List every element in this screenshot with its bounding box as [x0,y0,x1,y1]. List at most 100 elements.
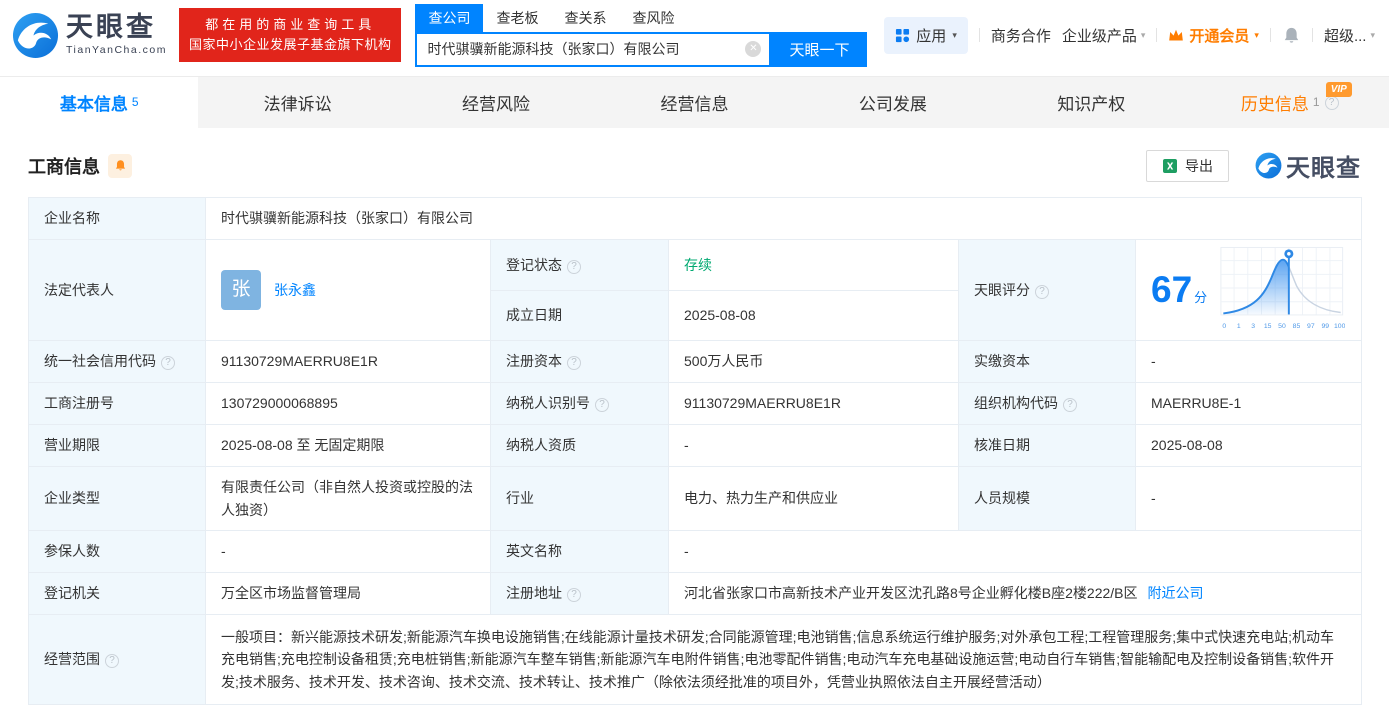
legal-rep-name-link[interactable]: 张永鑫 [274,279,316,301]
tab-risk-label: 经营风险 [462,90,530,115]
tab-basic-info-label: 基本信息 [60,90,128,115]
tab-legal-proceedings[interactable]: 法律诉讼 [198,77,396,128]
search-button[interactable]: 天眼一下 [771,32,867,67]
nearby-companies-link[interactable]: 附近公司 [1148,585,1204,601]
legal-rep-label: 法定代表人 [29,240,206,341]
tianyancha-logo[interactable]: 天眼查 TianYanCha.com [12,12,167,59]
row-reg-number: 工商注册号 130729000068895 纳税人识别号? 91130729MA… [29,383,1362,425]
chevron-down-icon: ▾ [1370,30,1375,41]
credit-code-label-cell: 统一社会信用代码? [29,341,206,383]
tianyancha-logo-icon [12,12,59,59]
clear-search-icon[interactable]: ✕ [745,41,761,57]
slogan-badge: 都在用的商业查询工具 国家中小企业发展子基金旗下机构 [179,8,402,62]
industry-value: 电力、热力生产和供应业 [669,467,959,531]
taxpayer-quality-label: 纳税人资质 [491,425,669,467]
paid-capital-value: - [1136,341,1362,383]
search-tab-company[interactable]: 查公司 [415,4,483,32]
logo-domain: TianYanCha.com [66,44,167,56]
topbar-menu: 应用 ▾ 商务合作 企业级产品 ▾ 开通会员 ▾ 超级... ▾ [884,17,1375,54]
menu-enterprise-product[interactable]: 企业级产品 ▾ [1062,25,1146,46]
legal-rep-avatar[interactable]: 张 [221,270,261,310]
menu-vip-label: 开通会员 [1189,25,1249,46]
notification-bell-icon[interactable] [1282,26,1301,45]
score-number-block: 67分 [1151,271,1207,309]
business-scope-label: 经营范围 [44,651,100,667]
menu-enterprise-label: 企业级产品 [1062,25,1137,46]
org-code-label-cell: 组织机构代码? [959,383,1136,425]
tab-basic-info[interactable]: 基本信息 5 [0,77,198,128]
score-value: 67 [1151,269,1192,310]
score-label-cell: 天眼评分? [959,240,1136,341]
chevron-down-icon: ▾ [952,30,957,41]
paid-capital-label: 实缴资本 [959,341,1136,383]
logo-text: 天眼查 TianYanCha.com [66,14,167,56]
help-icon[interactable]: ? [567,260,581,274]
svg-text:15: 15 [1264,323,1272,330]
svg-text:99: 99 [1322,323,1330,330]
svg-text:50: 50 [1278,323,1286,330]
top-header: 天眼查 TianYanCha.com 都在用的商业查询工具 国家中小企业发展子基… [0,0,1389,70]
subscribe-bell-icon[interactable] [108,154,132,178]
reg-address-label: 注册地址 [506,585,562,601]
divider [979,28,980,42]
tab-history-info[interactable]: VIP 历史信息 1 ? [1191,77,1389,128]
search-tab-boss[interactable]: 查老板 [483,4,551,32]
search-input[interactable] [417,34,769,65]
watermark-brand: 天眼查 [1286,148,1361,183]
vip-crown-icon [1168,28,1184,42]
help-icon[interactable]: ? [161,356,175,370]
staff-size-label: 人员规模 [959,467,1136,531]
tab-intellectual-property[interactable]: 知识产权 [992,77,1190,128]
main-content: 工商信息 导出 天眼查 企业 [0,148,1389,705]
export-button[interactable]: 导出 [1146,150,1229,182]
divider [1270,28,1271,42]
business-info-table: 企业名称 时代骐骥新能源科技（张家口）有限公司 法定代表人 张 张永鑫 登记状态… [28,197,1362,705]
business-scope-value: 一般项目：新兴能源技术研发;新能源汽车换电设施销售;在线能源计量技术研发;合同能… [206,615,1362,705]
help-icon[interactable]: ? [567,588,581,602]
chevron-down-icon: ▾ [1254,30,1259,41]
search-tab-risk[interactable]: 查风险 [619,4,687,32]
row-company-type: 企业类型 有限责任公司（非自然人投资或控股的法人独资） 行业 电力、热力生产和供… [29,467,1362,531]
help-icon[interactable]: ? [1035,285,1049,299]
company-name-label: 企业名称 [29,198,206,240]
menu-business-cooperation[interactable]: 商务合作 [991,25,1051,46]
help-icon[interactable]: ? [105,654,119,668]
row-insured-count: 参保人数 - 英文名称 - [29,531,1362,573]
svg-text:97: 97 [1307,323,1315,330]
reg-address-value-cell: 河北省张家口市高新技术产业开发区沈孔路8号企业孵化楼B座2楼222/B区附近公司 [669,573,1362,615]
search-tab-relation[interactable]: 查关系 [551,4,619,32]
search-row: ✕ 天眼一下 [415,32,867,67]
menu-super-label: 超级... [1324,25,1367,46]
reg-capital-label-cell: 注册资本? [491,341,669,383]
search-input-wrap: ✕ [415,32,771,67]
industry-label: 行业 [491,467,669,531]
svg-text:3: 3 [1251,323,1255,330]
help-icon[interactable]: ? [595,398,609,412]
slogan-line2: 国家中小企业发展子基金旗下机构 [189,35,392,55]
reg-capital-label: 注册资本 [506,353,562,369]
tab-legal-label: 法律诉讼 [264,90,332,115]
apps-menu-label: 应用 [916,25,946,46]
help-icon[interactable]: ? [1325,96,1339,110]
tab-operation-info[interactable]: 经营信息 [595,77,793,128]
company-name-value: 时代骐骥新能源科技（张家口）有限公司 [206,198,1362,240]
menu-open-vip[interactable]: 开通会员 ▾ [1168,25,1259,46]
english-name-label: 英文名称 [491,531,669,573]
section-title: 工商信息 [28,153,100,179]
tab-operation-risk[interactable]: 经营风险 [397,77,595,128]
help-icon[interactable]: ? [1063,398,1077,412]
tab-basic-info-count: 5 [132,95,139,109]
menu-super-vip[interactable]: 超级... ▾ [1324,25,1375,46]
search-tabs: 查公司 查老板 查关系 查风险 [415,4,867,32]
reg-authority-label: 登记机关 [29,573,206,615]
excel-icon [1162,158,1178,174]
business-info-section-head: 工商信息 导出 天眼查 [28,148,1361,183]
svg-text:85: 85 [1293,323,1301,330]
help-icon[interactable]: ? [567,356,581,370]
legal-rep-cell: 张 张永鑫 [206,240,491,341]
export-label: 导出 [1185,156,1213,176]
tab-company-development[interactable]: 公司发展 [794,77,992,128]
svg-text:100: 100 [1334,323,1345,330]
vip-badge: VIP [1326,82,1352,97]
apps-menu-button[interactable]: 应用 ▾ [884,17,968,54]
